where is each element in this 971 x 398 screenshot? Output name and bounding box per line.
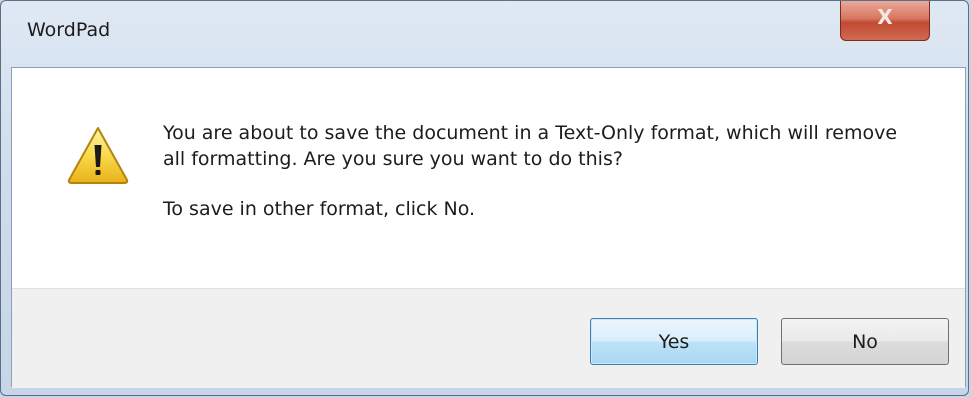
button-bar: Yes No [12, 288, 965, 388]
dialog-body: You are about to save the document in a … [11, 67, 966, 388]
message-line-1: You are about to save the document in a … [163, 122, 898, 170]
message-area: You are about to save the document in a … [12, 68, 965, 288]
message-line-2: To save in other format, click No. [163, 198, 476, 220]
window-title: WordPad [27, 19, 111, 41]
close-icon: X [877, 5, 893, 29]
message-text: You are about to save the document in a … [163, 120, 923, 222]
warning-icon [67, 127, 129, 184]
no-button[interactable]: No [781, 318, 949, 365]
close-button[interactable]: X [840, 1, 930, 41]
title-bar[interactable]: WordPad X [1, 1, 968, 67]
yes-button[interactable]: Yes [590, 318, 758, 365]
wordpad-dialog: WordPad X You are about to save the docu… [0, 0, 969, 396]
